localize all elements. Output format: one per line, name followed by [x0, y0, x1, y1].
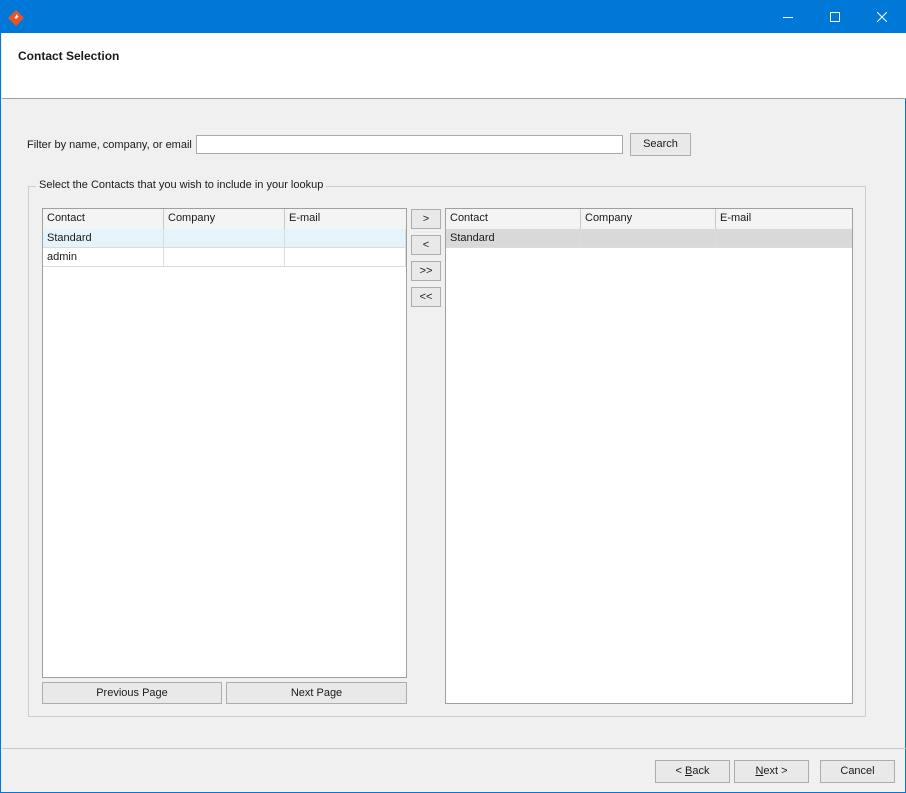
column-header-contact[interactable]: Contact [446, 209, 581, 229]
table-row[interactable]: Standard [446, 229, 852, 248]
table-row[interactable]: Standard [43, 229, 406, 248]
maximize-button[interactable] [812, 1, 858, 33]
title-bar[interactable] [1, 1, 906, 33]
grid-header: Contact Company E-mail [43, 209, 406, 230]
close-icon [877, 12, 887, 22]
cell-contact: Standard [43, 229, 164, 248]
filter-label: Filter by name, company, or email [27, 139, 192, 151]
selected-contacts-grid[interactable]: Contact Company E-mail Standard [445, 208, 853, 704]
next-button[interactable]: Next > [734, 760, 809, 783]
available-contacts-grid[interactable]: Contact Company E-mail Standard admin [42, 208, 407, 678]
back-label-rest: ack [692, 765, 710, 777]
cell-company [164, 229, 285, 248]
add-selected-button[interactable]: > [411, 209, 441, 229]
column-header-company[interactable]: Company [164, 209, 285, 229]
back-prefix: < [675, 765, 685, 777]
cell-email [716, 229, 852, 248]
remove-all-button[interactable]: << [411, 287, 441, 307]
next-page-button[interactable]: Next Page [226, 682, 407, 704]
footer-divider [2, 748, 906, 749]
page-title: Contact Selection [18, 49, 120, 63]
back-button[interactable]: < Back [655, 760, 730, 783]
groupbox-label: Select the Contacts that you wish to inc… [36, 179, 327, 191]
cell-email [285, 229, 406, 248]
cell-company [164, 248, 285, 267]
maximize-icon [830, 12, 840, 22]
close-button[interactable] [859, 1, 905, 33]
remove-selected-button[interactable]: < [411, 235, 441, 255]
filter-input[interactable] [196, 135, 623, 154]
cell-contact: Standard [446, 229, 581, 248]
app-diamond-icon [8, 10, 24, 26]
table-row[interactable]: admin [43, 248, 406, 267]
column-header-company[interactable]: Company [581, 209, 716, 229]
column-header-contact[interactable]: Contact [43, 209, 164, 229]
cell-company [581, 229, 716, 248]
cancel-button[interactable]: Cancel [820, 760, 895, 783]
previous-page-button[interactable]: Previous Page [42, 682, 222, 704]
wizard-header: Contact Selection [2, 33, 906, 99]
add-all-button[interactable]: >> [411, 261, 441, 281]
contact-selection-window: Contact Selection Filter by name, compan… [0, 0, 906, 793]
minimize-button[interactable] [765, 1, 811, 33]
column-header-email[interactable]: E-mail [716, 209, 852, 229]
grid-header: Contact Company E-mail [446, 209, 852, 230]
minimize-icon [783, 17, 793, 18]
cell-email [285, 248, 406, 267]
cell-contact: admin [43, 248, 164, 267]
next-label-rest: ext > [763, 765, 788, 777]
column-header-email[interactable]: E-mail [285, 209, 406, 229]
search-button[interactable]: Search [630, 133, 691, 156]
